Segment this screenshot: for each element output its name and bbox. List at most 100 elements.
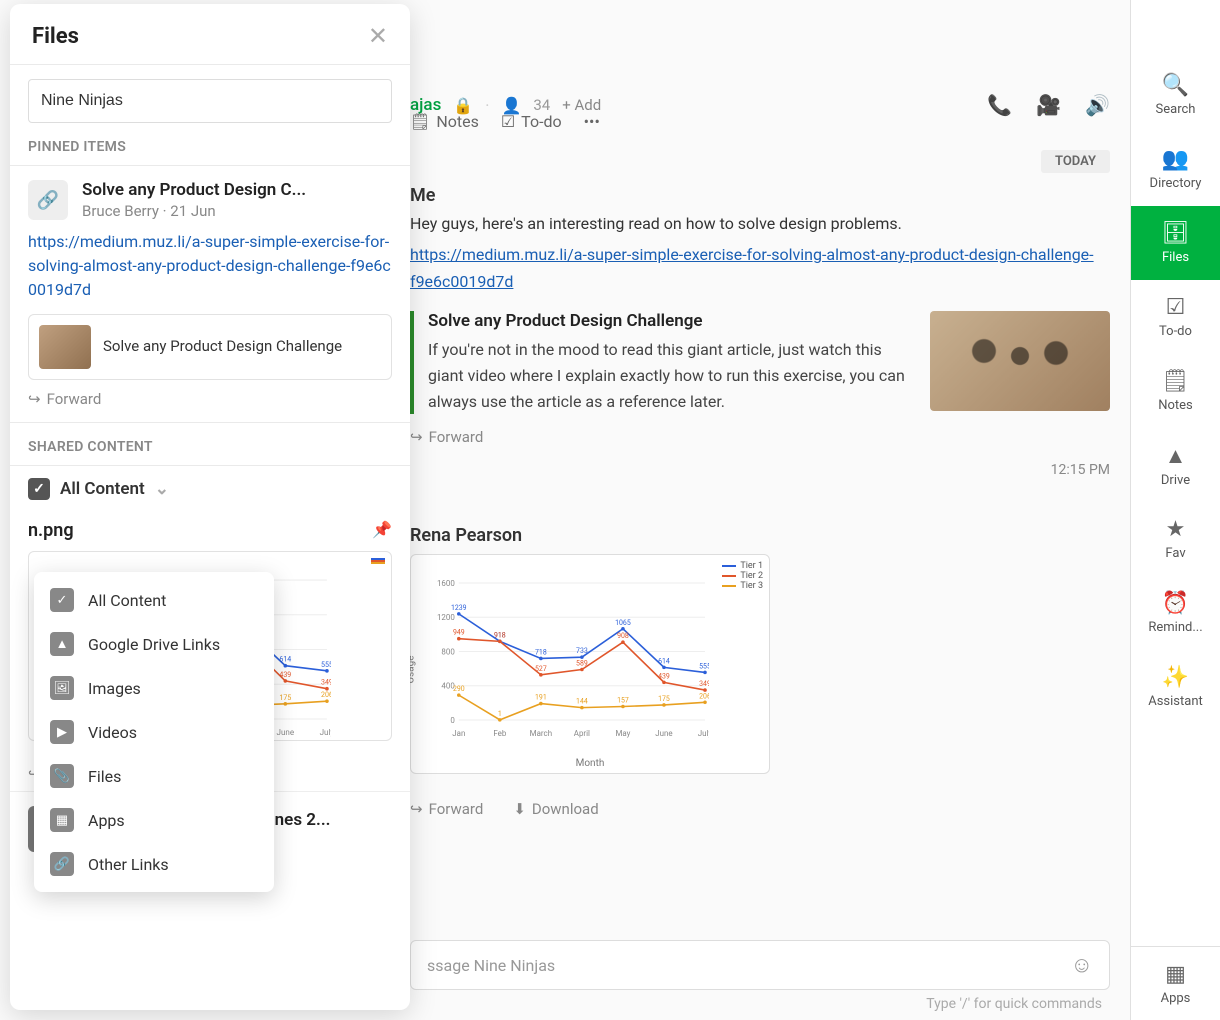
svg-text:439: 439: [279, 670, 291, 679]
chevron-down-icon: ⌄: [155, 479, 169, 499]
preview-title: Solve any Product Design Challenge: [428, 311, 910, 331]
filter-option-apps[interactable]: ▦Apps: [34, 798, 274, 842]
svg-text:April: April: [574, 729, 590, 738]
svg-text:555: 555: [699, 662, 709, 670]
search-input[interactable]: [28, 79, 392, 123]
svg-text:908: 908: [617, 632, 629, 640]
chart-legend: Tier 1 Tier 2 Tier 3: [722, 561, 763, 591]
forward-button[interactable]: ↪Forward: [410, 428, 483, 446]
download-icon: ⬇: [513, 800, 526, 818]
check-icon: ✓: [50, 588, 74, 612]
svg-text:290: 290: [453, 685, 465, 693]
sidebar-label: Fav: [1165, 546, 1185, 561]
filter-option-videos[interactable]: ▶Videos: [34, 710, 274, 754]
sidebar-label: Apps: [1161, 991, 1191, 1006]
pinned-title[interactable]: Solve any Product Design C...: [82, 180, 306, 200]
sidebar-item-directory[interactable]: 👥 Directory: [1131, 132, 1220, 206]
link-preview[interactable]: Solve any Product Design Challenge If yo…: [410, 311, 1110, 414]
sidebar-item-drive[interactable]: ▲Drive: [1131, 428, 1220, 502]
svg-text:June: June: [655, 729, 672, 738]
filter-option-drive[interactable]: ▲Google Drive Links: [34, 622, 274, 666]
x-axis-label: Month: [576, 758, 605, 769]
filter-option-images[interactable]: 🖼Images: [34, 666, 274, 710]
speaker-icon[interactable]: 🔊: [1085, 93, 1110, 117]
sidebar-item-apps[interactable]: ▦ Apps: [1131, 946, 1220, 1020]
content-filter-menu: ✓All Content ▲Google Drive Links 🖼Images…: [34, 572, 274, 892]
emoji-icon[interactable]: ☺: [1071, 952, 1093, 978]
svg-text:1200: 1200: [437, 613, 455, 622]
sidebar-item-notes[interactable]: 🗒Notes: [1131, 354, 1220, 428]
svg-text:589: 589: [576, 660, 588, 668]
close-icon[interactable]: ✕: [368, 22, 388, 50]
svg-text:349: 349: [699, 680, 709, 688]
content-filter-dropdown[interactable]: ✓ All Content ⌄: [10, 466, 410, 508]
message: Me Hey guys, here's an interesting read …: [410, 185, 1110, 446]
pinned-preview-card[interactable]: Solve any Product Design Challenge: [28, 314, 392, 380]
call-icon[interactable]: 📞: [987, 93, 1012, 117]
message: Rena Pearson 040080012001600JanFebMarchA…: [410, 525, 1110, 818]
usage-chart: 040080012001600JanFebMarchAprilMayJuneJu…: [431, 575, 709, 744]
check-icon: ☑: [501, 112, 515, 131]
video-icon[interactable]: 🎥: [1036, 93, 1061, 117]
chart-attachment[interactable]: 040080012001600JanFebMarchAprilMayJuneJu…: [410, 554, 770, 774]
search-icon: 🔍: [1162, 73, 1189, 98]
svg-text:949: 949: [453, 629, 465, 637]
image-icon: 🖼: [50, 676, 74, 700]
tab-notes[interactable]: 🗒Notes: [410, 112, 479, 131]
svg-text:July: July: [698, 729, 709, 738]
more-menu[interactable]: •••: [584, 112, 600, 131]
preview-desc: If you're not in the mood to read this g…: [428, 337, 910, 414]
star-icon: ★: [1166, 517, 1186, 542]
svg-text:800: 800: [441, 647, 455, 656]
filter-option-files[interactable]: 📎Files: [34, 754, 274, 798]
sidebar-item-assistant[interactable]: ✨ Assistant: [1131, 650, 1220, 724]
notes-icon: 🗒: [1162, 369, 1190, 394]
message-time: 12:15 PM: [1051, 462, 1110, 478]
panel-title: Files: [32, 24, 79, 49]
wand-icon: ✨: [1162, 665, 1189, 690]
paperclip-icon: 📎: [50, 764, 74, 788]
compose-box[interactable]: ssage Nine Ninjas ☺: [410, 940, 1110, 990]
tab-todo[interactable]: ☑To-do: [501, 112, 562, 131]
svg-text:1239: 1239: [451, 604, 467, 612]
svg-text:206: 206: [321, 690, 331, 699]
svg-text:614: 614: [279, 655, 291, 664]
right-sidebar: 🔍Search 👥Directory 🗄Files ☑To-do 🗒Notes …: [1130, 0, 1220, 1020]
pinned-section-label: PINNED ITEMS: [10, 123, 410, 165]
download-button[interactable]: ⬇Download: [513, 800, 598, 818]
sidebar-item-fav[interactable]: ★ Fav: [1131, 502, 1220, 576]
forward-icon: ↪: [410, 428, 423, 446]
directory-icon: 👥: [1162, 147, 1189, 172]
sidebar-label: Directory: [1150, 176, 1202, 191]
filter-option-links[interactable]: 🔗Other Links: [34, 842, 274, 886]
message-text: Hey guys, here's an interesting read on …: [410, 214, 1110, 233]
svg-text:718: 718: [535, 648, 547, 656]
forward-button[interactable]: ↪Forward: [410, 800, 483, 818]
svg-text:206: 206: [699, 692, 709, 700]
sidebar-item-files[interactable]: 🗄Files: [1131, 206, 1220, 280]
message-author: Rena Pearson: [410, 525, 1110, 546]
forward-button[interactable]: ↪Forward: [28, 390, 101, 408]
sidebar-item-search[interactable]: 🔍Search: [1131, 58, 1220, 132]
svg-text:May: May: [615, 729, 630, 738]
message-link[interactable]: https://medium.muz.li/a-super-simple-exe…: [410, 245, 1094, 291]
svg-text:1065: 1065: [615, 619, 631, 627]
message-author: Me: [410, 185, 1110, 206]
svg-text:555: 555: [321, 660, 331, 669]
sidebar-label: Files: [1162, 250, 1189, 265]
apps-icon: ▦: [1165, 962, 1186, 987]
sidebar-item-todo[interactable]: ☑To-do: [1131, 280, 1220, 354]
sidebar-label: Assistant: [1148, 694, 1203, 709]
note-icon: 🗒: [410, 112, 430, 131]
forward-icon: ↪: [28, 390, 41, 408]
shared-filename[interactable]: n.png: [28, 520, 392, 541]
svg-text:1: 1: [498, 710, 502, 718]
pinned-url[interactable]: https://medium.muz.li/a-super-simple-exe…: [28, 230, 392, 302]
sidebar-item-remind[interactable]: ⏰Remind...: [1131, 576, 1220, 650]
check-icon: ✓: [28, 478, 50, 500]
filter-option-all[interactable]: ✓All Content: [34, 578, 274, 622]
svg-text:June: June: [277, 728, 295, 737]
link-icon: 🔗: [50, 852, 74, 876]
pin-icon[interactable]: 📌: [372, 520, 392, 539]
grid-icon: ▦: [50, 808, 74, 832]
